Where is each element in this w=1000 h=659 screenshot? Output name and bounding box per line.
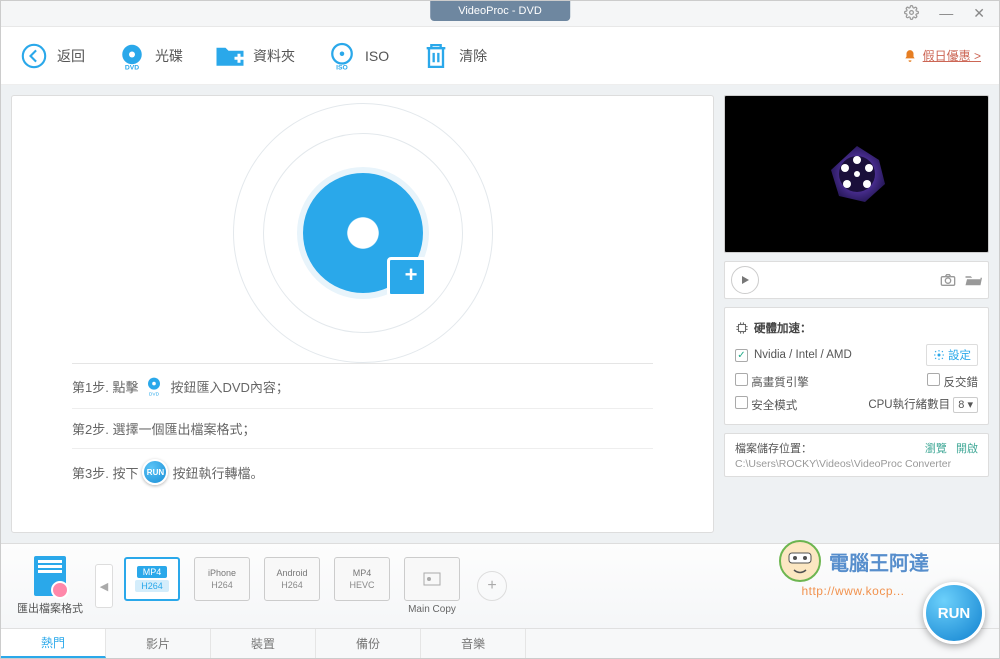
dvd-mini-icon: DVD [142,374,166,398]
iso-button[interactable]: ISO ISO [327,41,389,71]
format-doc-icon [34,556,66,596]
disc-button[interactable]: DVD 光碟 [117,41,183,71]
run-button[interactable]: RUN [923,582,985,644]
tab-0[interactable]: 熱門 [1,629,106,658]
safe-checkbox[interactable] [735,396,748,409]
run-mini-icon: RUN [142,459,168,485]
play-button[interactable] [731,266,759,294]
close-button[interactable]: ✕ [973,5,985,22]
preset-2[interactable]: AndroidH264 [261,557,323,601]
trash-icon [421,41,451,71]
step-2: 第2步. 選擇一個匯出檔案格式； [72,409,653,449]
main-stage: + 第1步. 點擊 DVD 按鈕匯入DVD內容； 第2步. 選擇一個匯出檔案格式… [11,95,714,533]
clear-button[interactable]: 清除 [421,41,487,71]
svg-text:ISO: ISO [336,64,348,71]
videoproc-logo-icon [825,142,889,206]
preset-4[interactable]: Main Copy [401,557,463,615]
back-arrow-icon [19,41,49,71]
titlebar: VideoProc - DVD — ✕ [1,1,999,27]
bottom-bar: 匯出檔案格式 ◀ MP4H264iPhoneH264AndroidH264MP4… [1,543,999,658]
tab-1[interactable]: 影片 [106,629,211,658]
preset-0[interactable]: MP4H264 [121,557,183,601]
preset-1[interactable]: iPhoneH264 [191,557,253,601]
threads-select[interactable]: 8 ▾ [953,397,978,413]
open-folder-button[interactable]: 開啟 [956,443,978,455]
back-button[interactable]: 返回 [19,41,85,71]
dvd-disc-icon: DVD [117,41,147,71]
plus-icon: + [405,262,418,288]
chip-icon [735,321,749,335]
import-disc-button[interactable]: + [263,133,463,333]
preset-add-button[interactable]: + [477,571,507,601]
preset-prev-button[interactable]: ◀ [95,564,113,608]
deint-checkbox[interactable] [927,373,940,386]
svg-text:DVD: DVD [125,64,139,71]
settings-gear-icon[interactable] [904,5,919,22]
hq-checkbox[interactable] [735,373,748,386]
toolbar: 返回 DVD 光碟 資料夾 ISO ISO 清除 [1,27,999,85]
svg-text:DVD: DVD [149,392,160,398]
preview-panel [724,95,989,253]
options-panel: 硬體加速： ✓ Nvidia / Intel / AMD 設定 高畫質引擎 反交… [724,307,989,425]
tab-2[interactable]: 裝置 [211,629,316,658]
output-format-label: 匯出檔案格式 [13,556,87,616]
snapshot-icon[interactable] [940,273,956,287]
preview-controls [724,261,989,299]
tab-4[interactable]: 音樂 [421,629,526,658]
gpu-checkbox[interactable]: ✓ [735,349,748,362]
save-path: C:\Users\ROCKY\Videos\VideoProc Converte… [735,458,978,470]
window-title: VideoProc - DVD [430,1,570,21]
folder-plus-icon [215,41,245,71]
preset-3[interactable]: MP4HEVC [331,557,393,601]
iso-icon: ISO [327,41,357,71]
minimize-button[interactable]: — [939,5,953,22]
hwaccel-settings-button[interactable]: 設定 [926,344,978,366]
step-1: 第1步. 點擊 DVD 按鈕匯入DVD內容； [72,364,653,409]
step-3: 第3步. 按下 RUN 按鈕執行轉檔。 [72,449,653,495]
folder-button[interactable]: 資料夾 [215,41,295,71]
tab-3[interactable]: 備份 [316,629,421,658]
bell-icon [903,49,917,63]
promo-link[interactable]: 假日優惠 > [903,47,981,64]
save-location-panel: 檔案儲存位置： 瀏覽 開啟 C:\Users\ROCKY\Videos\Vide… [724,433,989,477]
format-tabs: 熱門影片裝置備份音樂 [1,628,999,658]
folder-open-icon[interactable] [964,273,982,287]
browse-button[interactable]: 瀏覽 [925,443,947,455]
